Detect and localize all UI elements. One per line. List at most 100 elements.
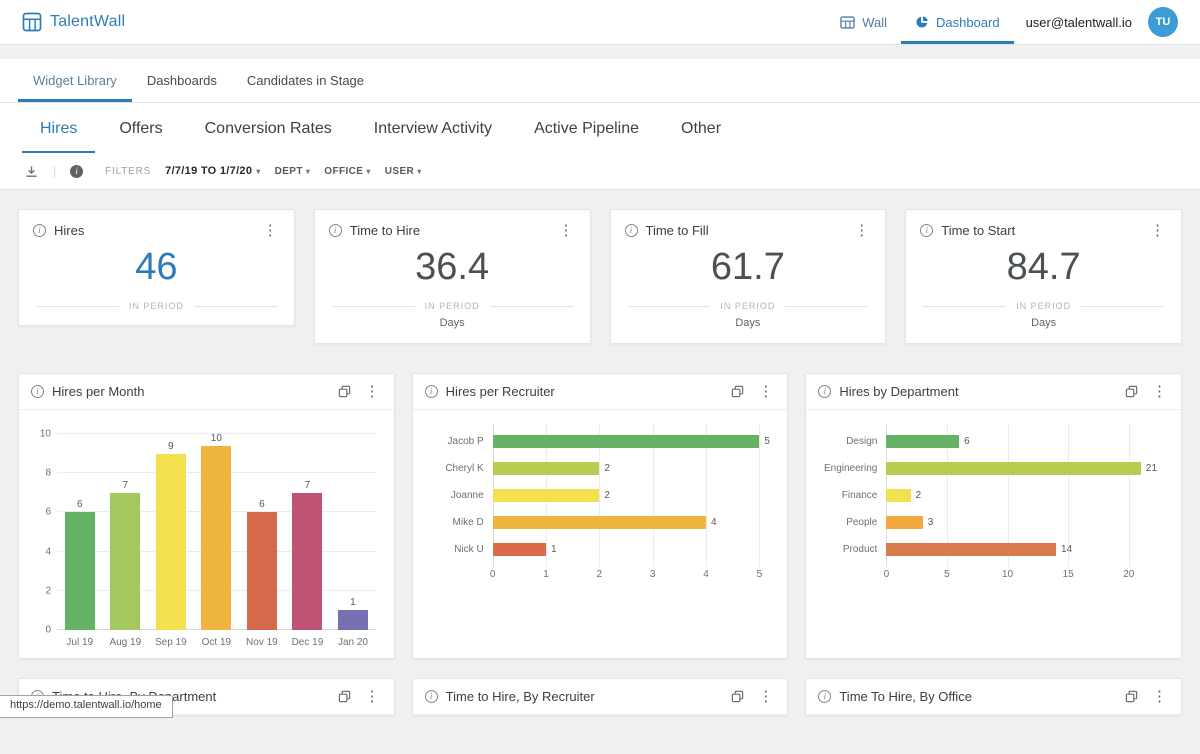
chart-title: Time To Hire, By Office [839,689,972,704]
kebab-menu-icon[interactable]: ⋮ [363,384,382,399]
category-labels: Jacob PCheryl KJoanneMike DNick U [421,428,493,563]
dept-filter[interactable]: DEPT ▾ [275,166,311,177]
category-tab-interview-activity[interactable]: Interview Activity [356,103,510,153]
bar-column: 7 [103,434,149,630]
category-labels: DesignEngineeringFinancePeopleProduct [814,428,886,563]
info-icon[interactable]: i [425,385,438,398]
kebab-menu-icon[interactable]: ⋮ [1150,384,1169,399]
nav-wall[interactable]: Wall [826,0,901,44]
bar-value-label: 3 [928,518,934,528]
office-filter[interactable]: OFFICE ▾ [324,166,371,177]
category-tab-offers[interactable]: Offers [101,103,180,153]
copy-widget-icon[interactable] [731,690,744,703]
vertical-bar-plot: 024681067910671 [57,434,376,630]
x-axis-label: Jul 19 [57,637,103,648]
info-icon: i [70,165,83,178]
avatar[interactable]: TU [1148,7,1178,37]
bar-value-label: 2 [604,464,610,474]
info-icon[interactable]: i [329,224,342,237]
copy-widget-icon[interactable] [338,385,351,398]
kebab-menu-icon[interactable]: ⋮ [852,223,871,238]
category-tab-hires[interactable]: Hires [22,103,95,153]
x-axis-tick: 20 [1123,569,1134,580]
kpi-unit: Days [625,317,872,329]
bar-mike-d [493,516,706,529]
dept-filter-label: DEPT [275,166,303,177]
info-icon[interactable]: i [425,690,438,703]
user-filter[interactable]: USER ▾ [385,166,422,177]
category-tab-other[interactable]: Other [663,103,739,153]
date-range-value: 7/7/19 TO 1/7/20 [165,165,252,177]
copy-widget-icon[interactable] [338,690,351,703]
copy-widget-icon[interactable] [1125,385,1138,398]
copy-widget-icon[interactable] [1125,690,1138,703]
kpi-card-time-to-start: i Time to Start ⋮ 84.7 IN PERIOD Days [905,209,1182,344]
kebab-menu-icon[interactable]: ⋮ [261,223,280,238]
office-filter-label: OFFICE [324,166,363,177]
category-label: Mike D [421,509,493,536]
chevron-down-icon: ▾ [256,167,260,176]
dashboard-content: i Hires ⋮ 46 IN PERIOD i Time to Hire ⋮ … [0,190,1200,754]
talentwall-logo-icon [22,12,42,32]
x-axis-tick: 1 [543,569,549,580]
header-right: Wall Dashboard user@talentwall.io TU [826,0,1178,44]
kpi-value: 61.7 [625,246,872,289]
x-axis-label: Aug 19 [103,637,149,648]
nav-dashboard[interactable]: Dashboard [901,0,1014,44]
bar-row: 2 [493,455,760,482]
category-tab-active-pipeline[interactable]: Active Pipeline [516,103,657,153]
bars-area: 52241 [493,428,760,563]
app-header: TalentWall Wall Dashboard user@talentwal… [0,0,1200,45]
chart-title: Time to Hire, By Recruiter [446,689,595,704]
bar-column: 6 [57,434,103,630]
brand[interactable]: TalentWall [22,12,125,32]
kebab-menu-icon[interactable]: ⋮ [363,689,382,704]
bars-container: 67910671 [57,434,376,630]
filters-toolbar: | i FILTERS 7/7/19 TO 1/7/20 ▾ DEPT ▾ OF… [0,153,1200,190]
toolbar-info-icon[interactable]: i [70,165,83,178]
download-icon[interactable] [24,164,39,179]
tab-dashboards[interactable]: Dashboards [132,59,232,102]
bar-row: 4 [493,509,760,536]
bar-column: 1 [330,434,376,630]
bar-nov-19 [247,512,277,630]
tick-area: 05101520 [886,569,1153,582]
x-axis-label: Sep 19 [148,637,194,648]
category-label: Nick U [421,536,493,563]
date-range-filter[interactable]: 7/7/19 TO 1/7/20 ▾ [165,165,260,177]
tab-candidates-in-stage[interactable]: Candidates in Stage [232,59,379,102]
user-email: user@talentwall.io [1026,15,1132,30]
bar-aug-19 [110,493,140,630]
x-axis-tick: 5 [944,569,950,580]
info-icon[interactable]: i [625,224,638,237]
kebab-menu-icon[interactable]: ⋮ [1150,689,1169,704]
category-label: Product [814,536,886,563]
info-icon[interactable]: i [33,224,46,237]
kebab-menu-icon[interactable]: ⋮ [756,384,775,399]
chart-card-hires-by-department: i Hires by Department ⋮ DesignEngineerin… [805,373,1182,659]
y-axis-tick: 2 [29,585,51,596]
bar-finance [886,489,910,502]
info-icon[interactable]: i [31,385,44,398]
x-axis-tick: 5 [757,569,763,580]
bars-area: 6212314 [886,428,1153,563]
category-label: Jacob P [421,428,493,455]
copy-widget-icon[interactable] [731,385,744,398]
info-icon[interactable]: i [818,385,831,398]
kebab-menu-icon[interactable]: ⋮ [557,223,576,238]
bar-jul-19 [65,512,95,630]
category-label: Cheryl K [421,455,493,482]
kebab-menu-icon[interactable]: ⋮ [1148,223,1167,238]
kpi-card-time-to-fill: i Time to Fill ⋮ 61.7 IN PERIOD Days [610,209,887,344]
filters-label: FILTERS [105,166,151,177]
category-tab-conversion-rates[interactable]: Conversion Rates [187,103,350,153]
kpi-unit: Days [920,317,1167,329]
tab-widget-library[interactable]: Widget Library [18,59,132,102]
x-axis-tick: 3 [650,569,656,580]
bar-column: 9 [148,434,194,630]
kebab-menu-icon[interactable]: ⋮ [756,689,775,704]
info-icon[interactable]: i [920,224,933,237]
bar-jan-20 [338,610,368,630]
bar-value-label: 5 [764,437,770,447]
info-icon[interactable]: i [818,690,831,703]
